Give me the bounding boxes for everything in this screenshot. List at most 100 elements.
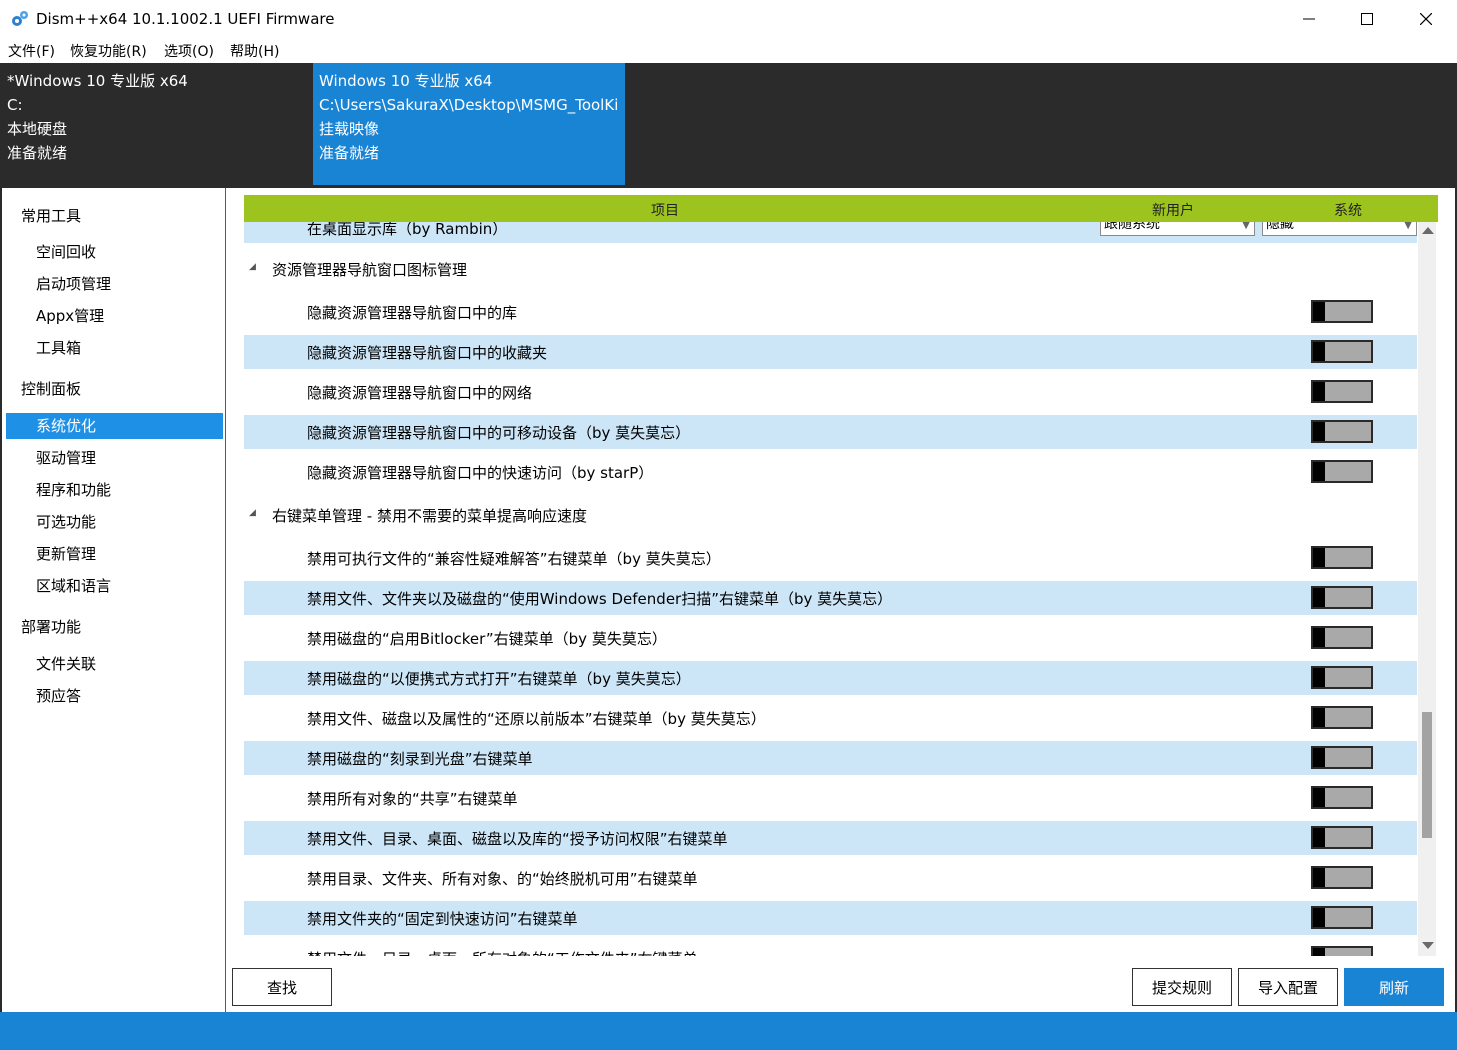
image-path: C:\Users\SakuraX\Desktop\MSMG_ToolKi (319, 96, 618, 114)
toggle-switch[interactable] (1311, 546, 1373, 569)
toggle-switch[interactable] (1311, 946, 1373, 956)
image-status: 准备就绪 (7, 144, 68, 162)
toggle-switch[interactable] (1311, 626, 1373, 649)
sidebar-item-programs-features[interactable]: 程序和功能 (6, 477, 223, 503)
group-label: 右键菜单管理 - 禁用不需要的菜单提高响应速度 (272, 507, 587, 525)
image-type: 本地硬盘 (7, 120, 68, 138)
find-button[interactable]: 查找 (232, 968, 332, 1006)
table-row: 禁用文件夹的“固定到快速访问”右键菜单 (244, 901, 1417, 935)
row-label: 禁用磁盘的“刻录到光盘”右键菜单 (307, 750, 533, 768)
toggle-knob (1313, 382, 1325, 401)
table-row: 禁用文件、目录、桌面、所有对象的“工作文件夹”右键菜单 (244, 941, 1417, 956)
toggle-switch[interactable] (1311, 420, 1373, 443)
row-label: 禁用目录、文件夹、所有对象、的“始终脱机可用”右键菜单 (307, 870, 698, 888)
table-row: 在桌面显示库（by Rambin） 跟随系统 ▼ 隐藏 ▼ (244, 222, 1417, 243)
table-header: 项目 新用户 系统 (244, 195, 1438, 222)
minimize-icon (1303, 18, 1315, 20)
toggle-switch[interactable] (1311, 586, 1373, 609)
table-row: 禁用目录、文件夹、所有对象、的“始终脱机可用”右键菜单 (244, 861, 1417, 895)
close-button[interactable] (1397, 0, 1455, 38)
toggle-knob (1313, 788, 1325, 807)
sidebar-item-startup-management[interactable]: 启动项管理 (6, 271, 223, 297)
toggle-switch[interactable] (1311, 666, 1373, 689)
row-label: 隐藏资源管理器导航窗口中的网络 (307, 384, 533, 402)
row-label: 禁用可执行文件的“兼容性疑难解答”右键菜单（by 莫失莫忘） (307, 550, 721, 568)
sidebar: 常用工具 空间回收 启动项管理 Appx管理 工具箱 控制面板 系统优化 驱动管… (2, 188, 226, 1012)
select-value: 跟随系统 (1104, 222, 1160, 232)
menu-help[interactable]: 帮助(H) (230, 41, 279, 61)
sidebar-item-optional-features[interactable]: 可选功能 (6, 509, 223, 535)
column-header-system[interactable]: 系统 (1334, 200, 1362, 220)
image-panel-local[interactable]: *Windows 10 专业版 x64 C: 本地硬盘 准备就绪 (0, 63, 313, 185)
toggle-switch[interactable] (1311, 460, 1373, 483)
chevron-down-icon: ▼ (1404, 222, 1412, 231)
table-row: 隐藏资源管理器导航窗口中的库 (244, 295, 1417, 329)
toggle-knob (1313, 828, 1325, 847)
toggle-switch[interactable] (1311, 746, 1373, 769)
toggle-knob (1313, 548, 1325, 567)
table-row: 禁用磁盘的“以便携式方式打开”右键菜单（by 莫失莫忘） (244, 661, 1417, 695)
toggle-switch[interactable] (1311, 906, 1373, 929)
table-row: 禁用可执行文件的“兼容性疑难解答”右键菜单（by 莫失莫忘） (244, 541, 1417, 575)
toggle-knob (1313, 668, 1325, 687)
import-config-button[interactable]: 导入配置 (1238, 968, 1338, 1006)
toggle-switch[interactable] (1311, 866, 1373, 889)
image-type: 挂载映像 (319, 120, 380, 138)
sidebar-category-control-panel: 控制面板 (21, 380, 82, 398)
row-label: 禁用磁盘的“启用Bitlocker”右键菜单（by 莫失莫忘） (307, 630, 667, 648)
table-row: 隐藏资源管理器导航窗口中的网络 (244, 375, 1417, 409)
toggle-switch[interactable] (1311, 380, 1373, 403)
sidebar-item-system-optimization[interactable]: 系统优化 (6, 413, 223, 439)
sidebar-item-space-recovery[interactable]: 空间回收 (6, 239, 223, 265)
menu-restore[interactable]: 恢复功能(R) (70, 41, 147, 61)
column-header-item[interactable]: 项目 (651, 200, 679, 220)
gears-icon (12, 11, 28, 26)
image-name: Windows 10 专业版 x64 (319, 72, 493, 90)
sidebar-item-update-management[interactable]: 更新管理 (6, 541, 223, 567)
image-status: 准备就绪 (319, 144, 380, 162)
submit-rules-button[interactable]: 提交规则 (1132, 968, 1232, 1006)
sidebar-item-appx-management[interactable]: Appx管理 (6, 303, 223, 329)
column-header-new-user[interactable]: 新用户 (1152, 200, 1194, 220)
vertical-scrollbar[interactable] (1418, 222, 1436, 956)
scroll-up-arrow-icon[interactable] (1422, 227, 1434, 234)
row-label: 禁用文件、磁盘以及属性的“还原以前版本”右键菜单（by 莫失莫忘） (307, 710, 766, 728)
image-panel-mounted[interactable]: Windows 10 专业版 x64 C:\Users\SakuraX\Desk… (313, 63, 625, 185)
toggle-switch[interactable] (1311, 300, 1373, 323)
menu-bar: 文件(F) 恢复功能(R) 选项(O) 帮助(H) (0, 38, 1457, 63)
close-icon (1420, 13, 1432, 25)
toggle-knob (1313, 908, 1325, 927)
toggle-knob (1313, 868, 1325, 887)
sidebar-item-driver-management[interactable]: 驱动管理 (6, 445, 223, 471)
sidebar-item-toolbox[interactable]: 工具箱 (6, 335, 223, 361)
menu-options[interactable]: 选项(O) (164, 41, 214, 61)
maximize-button[interactable] (1338, 0, 1396, 38)
row-label: 禁用所有对象的“共享”右键菜单 (307, 790, 518, 808)
table-row: 禁用文件、目录、桌面、磁盘以及库的“授予访问权限”右键菜单 (244, 821, 1417, 855)
toggle-switch[interactable] (1311, 340, 1373, 363)
image-name: *Windows 10 专业版 x64 (7, 72, 188, 90)
sidebar-item-region-language[interactable]: 区域和语言 (6, 573, 223, 599)
refresh-button[interactable]: 刷新 (1344, 968, 1444, 1006)
scroll-thumb[interactable] (1422, 712, 1432, 838)
menu-file[interactable]: 文件(F) (8, 41, 55, 61)
new-user-select[interactable]: 跟随系统 ▼ (1100, 222, 1255, 236)
scroll-down-arrow-icon[interactable] (1422, 942, 1434, 949)
toggle-knob (1313, 462, 1325, 481)
system-select[interactable]: 隐藏 ▼ (1262, 222, 1417, 236)
main-content: 项目 新用户 系统 在桌面显示库（by Rambin） 跟随系统 ▼ 隐藏 ▼ … (227, 188, 1455, 1012)
group-header[interactable]: ◢ 右键菜单管理 - 禁用不需要的菜单提高响应速度 (244, 498, 1417, 532)
group-header[interactable]: ◢ 资源管理器导航窗口图标管理 (244, 252, 1417, 286)
title-bar: Dism++x64 10.1.1002.1 UEFI Firmware (0, 0, 1457, 38)
image-path: C: (7, 96, 23, 114)
row-label: 禁用文件、文件夹以及磁盘的“使用Windows Defender扫描”右键菜单（… (307, 590, 893, 608)
maximize-icon (1361, 13, 1373, 25)
minimize-button[interactable] (1280, 0, 1338, 38)
row-label: 禁用文件夹的“固定到快速访问”右键菜单 (307, 910, 578, 928)
toggle-switch[interactable] (1311, 826, 1373, 849)
toggle-switch[interactable] (1311, 706, 1373, 729)
sidebar-item-answer-file[interactable]: 预应答 (6, 683, 223, 709)
toggle-switch[interactable] (1311, 786, 1373, 809)
table-row: 隐藏资源管理器导航窗口中的快速访问（by starP） (244, 455, 1417, 489)
sidebar-item-file-association[interactable]: 文件关联 (6, 651, 223, 677)
